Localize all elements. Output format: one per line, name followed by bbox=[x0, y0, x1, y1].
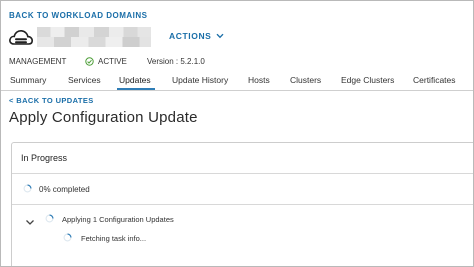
tab-updates[interactable]: Updates bbox=[119, 75, 151, 85]
tab-bar: Summary Services Updates Update History … bbox=[1, 71, 473, 91]
tab-edge-clusters[interactable]: Edge Clusters bbox=[341, 75, 394, 85]
progress-text: 0% completed bbox=[39, 185, 90, 194]
progress-row: 0% completed bbox=[12, 174, 473, 205]
spinner-icon bbox=[45, 214, 54, 223]
back-to-updates-link[interactable]: < BACK TO UPDATES bbox=[9, 96, 94, 105]
version-text: Version : 5.2.1.0 bbox=[147, 57, 205, 66]
workload-domain-page: BACK TO WORKLOAD DOMAINS ACTIONS MANAGEM… bbox=[0, 0, 474, 267]
back-to-workload-domains-link[interactable]: BACK TO WORKLOAD DOMAINS bbox=[9, 11, 148, 20]
spinner-icon bbox=[63, 233, 72, 242]
status-text: ACTIVE bbox=[98, 57, 127, 66]
tab-update-history[interactable]: Update History bbox=[172, 75, 228, 85]
check-circle-icon bbox=[85, 57, 94, 66]
active-tab-indicator bbox=[117, 88, 155, 90]
card-title: In Progress bbox=[21, 153, 68, 163]
actions-button[interactable]: ACTIONS bbox=[169, 31, 224, 41]
subtask-label: Fetching task info... bbox=[81, 234, 147, 243]
in-progress-card: In Progress 0% completed Applying 1 Conf… bbox=[11, 142, 473, 266]
domain-meta-row: MANAGEMENT ACTIVE Version : 5.2.1.0 bbox=[9, 57, 205, 66]
tab-services[interactable]: Services bbox=[68, 75, 101, 85]
status-badge: ACTIVE bbox=[85, 57, 147, 66]
tab-clusters[interactable]: Clusters bbox=[290, 75, 321, 85]
domain-type: MANAGEMENT bbox=[9, 57, 67, 66]
actions-label: ACTIONS bbox=[169, 31, 212, 41]
cloud-icon bbox=[9, 29, 34, 45]
tab-summary[interactable]: Summary bbox=[10, 75, 46, 85]
domain-name-redacted bbox=[37, 27, 151, 47]
spinner-icon bbox=[23, 184, 32, 193]
chevron-down-icon bbox=[216, 33, 224, 39]
tab-hosts[interactable]: Hosts bbox=[248, 75, 270, 85]
task-label: Applying 1 Configuration Updates bbox=[62, 215, 174, 224]
card-header: In Progress bbox=[12, 143, 473, 174]
page-title: Apply Configuration Update bbox=[9, 109, 198, 126]
chevron-down-icon[interactable] bbox=[25, 219, 35, 226]
tab-certificates[interactable]: Certificates bbox=[413, 75, 456, 85]
